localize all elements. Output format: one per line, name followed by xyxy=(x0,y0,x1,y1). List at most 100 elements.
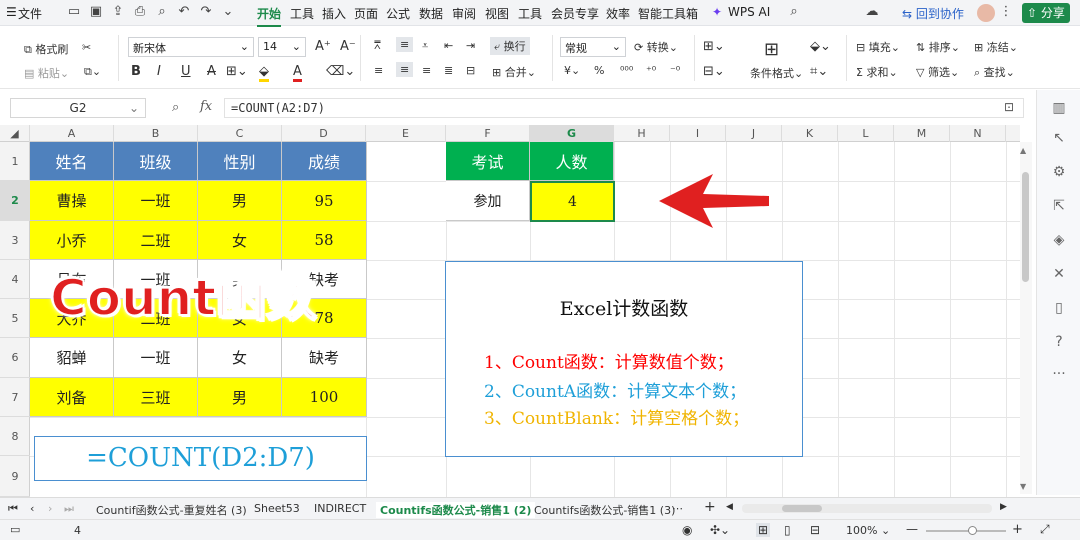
export-icon[interactable]: ⇪ xyxy=(110,4,126,20)
font-size-select[interactable]: 14 ⌄ xyxy=(258,37,306,57)
sheet-tab[interactable]: Countif函数公式-重复姓名 (3) xyxy=(96,502,247,518)
horizontal-scrollbar[interactable] xyxy=(742,504,992,513)
row-header-7[interactable]: 7 xyxy=(0,378,30,417)
table-cell[interactable]: 一班 xyxy=(114,181,198,221)
fullscreen-icon[interactable]: ⤢ xyxy=(1040,522,1050,537)
first-sheet-icon[interactable]: ⏮ xyxy=(8,502,18,516)
cloud-icon[interactable]: ☁ xyxy=(864,4,880,20)
shapes-icon[interactable]: ◈ xyxy=(1049,230,1069,250)
strikethrough-icon[interactable]: A xyxy=(207,64,216,79)
help-icon[interactable]: ? xyxy=(1049,332,1069,352)
col-header-f[interactable]: F xyxy=(446,125,530,142)
page-layout-icon[interactable]: ▯ xyxy=(784,523,791,537)
col-header-b[interactable]: B xyxy=(114,125,198,142)
tab-view[interactable]: 视图 xyxy=(485,5,509,22)
tab-review[interactable]: 审阅 xyxy=(452,5,476,22)
tab-formula[interactable]: 公式 xyxy=(386,5,410,22)
horizontal-scroll-thumb[interactable] xyxy=(782,505,822,512)
table-header-name[interactable]: 姓名 xyxy=(30,142,114,181)
page-break-icon[interactable]: ⊟ xyxy=(810,523,820,537)
redo-icon[interactable]: ↷ xyxy=(198,4,214,20)
col-header-m[interactable]: M xyxy=(894,125,950,142)
table-cell[interactable]: 缺考 xyxy=(282,338,367,378)
table-cell[interactable]: 貂蝉 xyxy=(30,338,114,378)
avatar[interactable] xyxy=(977,4,995,22)
sheet-tab[interactable]: Sheet53 xyxy=(254,502,300,515)
number-format-select[interactable]: 常规 ⌄ xyxy=(560,37,626,57)
table-cell[interactable]: 一班 xyxy=(114,338,198,378)
font-grow-icon[interactable]: A⁺ xyxy=(315,39,331,54)
copy-icon[interactable]: ⧉⌄ xyxy=(84,65,101,79)
col-header-n[interactable]: N xyxy=(950,125,1006,142)
eye-protection-icon[interactable]: ◉ xyxy=(682,523,692,537)
tab-data[interactable]: 数据 xyxy=(419,5,443,22)
book-icon[interactable]: ▯ xyxy=(1049,298,1069,318)
cond-format-icon[interactable]: ⊞ xyxy=(764,39,779,60)
paste-button[interactable]: ▤ 粘贴⌄ xyxy=(24,65,69,81)
font-shrink-icon[interactable]: A⁻ xyxy=(340,39,356,54)
col-header-g[interactable]: G xyxy=(530,125,614,142)
cond-format-button[interactable]: 条件格式⌄ xyxy=(750,65,803,81)
fill-button[interactable]: ⊟ 填充⌄ xyxy=(856,39,900,55)
tools-icon[interactable]: ✕ xyxy=(1049,264,1069,284)
table-cell[interactable]: 95 xyxy=(282,181,367,221)
bold-icon[interactable]: B xyxy=(131,64,141,79)
fill-bucket-icon[interactable]: ⬙⌄ xyxy=(810,39,831,54)
summary-header-count[interactable]: 人数 xyxy=(530,142,614,181)
summary-header-exam[interactable]: 考试 xyxy=(446,142,530,181)
add-sheet-icon[interactable]: + xyxy=(704,499,716,515)
fill-color-icon[interactable]: ⬙ xyxy=(259,64,269,82)
folder-icon[interactable]: ▭ xyxy=(66,4,82,20)
format-painter-button[interactable]: ⧉ 格式刷 xyxy=(24,41,68,57)
row-header-3[interactable]: 3 xyxy=(0,221,30,260)
table-cell[interactable]: 曹操 xyxy=(30,181,114,221)
indent-decrease-icon[interactable]: ⇤ xyxy=(444,39,453,52)
function-icon[interactable]: fx xyxy=(200,99,212,114)
underline-icon[interactable]: U xyxy=(181,64,191,79)
tab-member[interactable]: 会员专享 xyxy=(551,5,599,22)
row-header-6[interactable]: 6 xyxy=(0,338,30,378)
row-header-5[interactable]: 5 xyxy=(0,299,30,338)
tab-page[interactable]: 页面 xyxy=(354,5,378,22)
tab-efficiency[interactable]: 效率 xyxy=(606,5,630,22)
tab-tools[interactable]: 工具 xyxy=(290,5,314,22)
find-button[interactable]: ⌕ 查找⌄ xyxy=(974,64,1015,80)
table-header-class[interactable]: 班级 xyxy=(114,142,198,181)
font-name-select[interactable]: 新宋体 ⌄ xyxy=(128,37,254,57)
justify-icon[interactable]: ≣ xyxy=(444,64,453,77)
sheet-tab[interactable]: INDIRECT xyxy=(314,502,366,515)
wps-ai-button[interactable]: WPS AI xyxy=(728,5,770,19)
table-cell[interactable]: 小乔 xyxy=(30,221,114,260)
select-cursor-icon[interactable]: ↖ xyxy=(1049,128,1069,148)
row-header-9[interactable]: 9 xyxy=(0,456,30,497)
decimal-decrease-icon[interactable]: ⁻⁰ xyxy=(670,64,680,77)
panel-toggle-icon[interactable]: ▥ xyxy=(1049,98,1069,118)
tab-home[interactable]: 开始 xyxy=(257,5,282,27)
convert-button[interactable]: ⟳ 转换⌄ xyxy=(634,39,678,55)
formula-input[interactable]: =COUNT(A2:D7) xyxy=(224,98,1024,118)
search-icon[interactable]: ⌕ xyxy=(786,4,802,20)
row-header-8[interactable]: 8 xyxy=(0,417,30,456)
align-bottom-icon[interactable]: ⩡ xyxy=(422,39,428,53)
menu-hamburger-icon[interactable]: ☰ xyxy=(6,5,17,19)
share-panel-icon[interactable]: ⇱ xyxy=(1049,196,1069,216)
distribute-icon[interactable]: ⊟ xyxy=(466,64,475,77)
table-cell[interactable]: 男 xyxy=(198,181,282,221)
table-cell[interactable]: 女 xyxy=(198,221,282,260)
col-header-k[interactable]: K xyxy=(782,125,838,142)
vertical-scrollbar[interactable]: ▲ ▼ xyxy=(1020,142,1032,494)
name-box[interactable]: G2 ⌄ xyxy=(10,98,146,118)
table-header-score[interactable]: 成绩 xyxy=(282,142,367,181)
font-color-icon[interactable]: A xyxy=(293,64,302,82)
tab-insert[interactable]: 插入 xyxy=(322,5,346,22)
expand-formula-icon[interactable]: ⊡ xyxy=(1004,100,1014,114)
scroll-down-icon[interactable]: ▼ xyxy=(1020,482,1026,491)
normal-view-icon[interactable]: ⊞ xyxy=(756,523,771,537)
tab-smart-toolbox[interactable]: 智能工具箱 xyxy=(638,5,698,22)
sheet-more-icon[interactable]: ⋯ xyxy=(672,502,683,515)
merge-button[interactable]: ⊞ 合并⌄ xyxy=(492,64,536,80)
settings-sliders-icon[interactable]: ⚙ xyxy=(1049,162,1069,182)
toolbar-more-icon[interactable]: ⌄ xyxy=(220,4,236,20)
thousands-icon[interactable]: ⁰⁰⁰ xyxy=(620,64,633,77)
row-header-4[interactable]: 4 xyxy=(0,260,30,299)
